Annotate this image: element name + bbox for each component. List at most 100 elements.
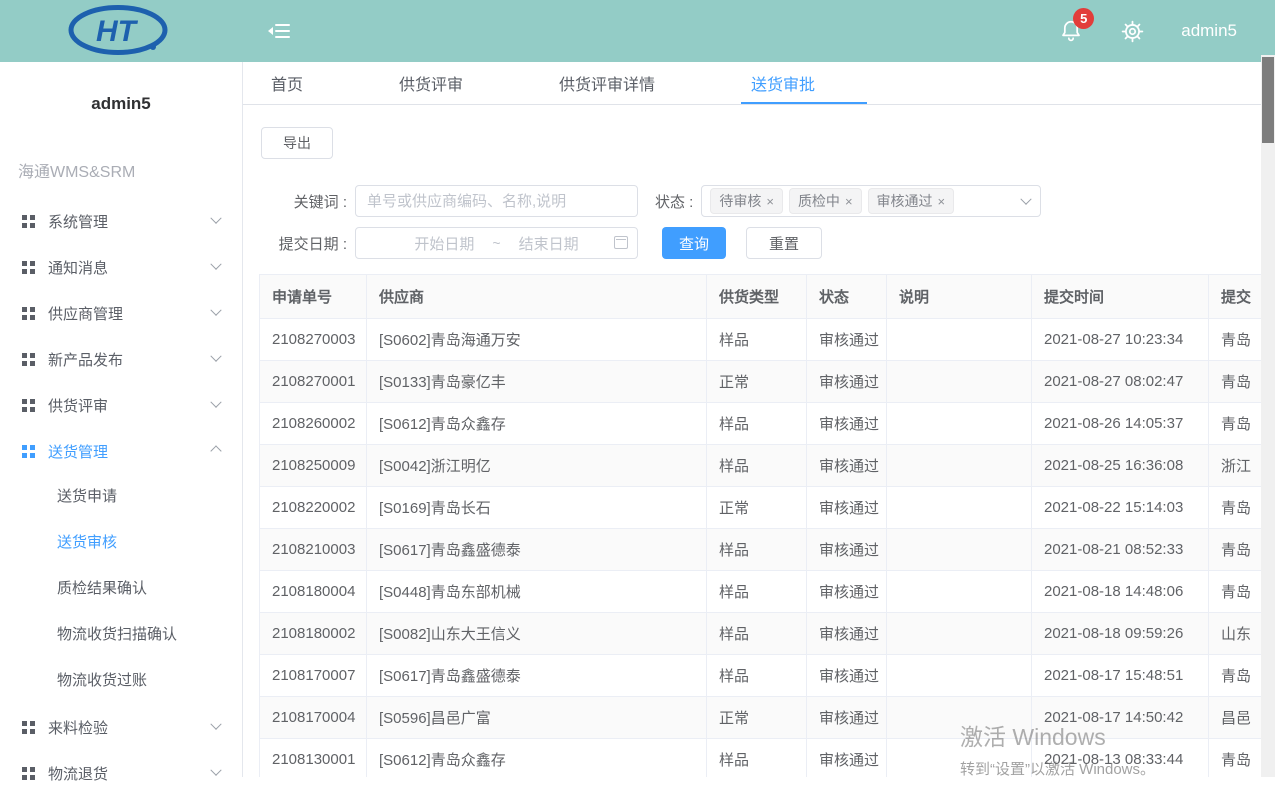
- chevron-down-icon: [210, 305, 221, 316]
- status-tag: 审核通过: [868, 188, 955, 214]
- sidebar-subitem[interactable]: 物流收货过账: [0, 658, 242, 704]
- table-row[interactable]: 2108270003[S0602]青岛海通万安样品审核通过2021-08-27 …: [260, 319, 1275, 361]
- table-cell: 审核通过: [807, 739, 887, 778]
- sidebar-item-label: 供货评审: [48, 395, 108, 416]
- export-button[interactable]: 导出: [261, 127, 333, 159]
- table-cell: [S0612]青岛众鑫存: [367, 739, 707, 778]
- sidebar-item[interactable]: 来料检验: [0, 704, 242, 750]
- tab-supply-review[interactable]: 供货评审: [399, 62, 463, 104]
- settings-gear-icon[interactable]: [1120, 19, 1145, 44]
- tag-close-icon[interactable]: [766, 194, 774, 209]
- table-cell: 2108220002: [260, 487, 367, 529]
- table-cell: 2108180004: [260, 571, 367, 613]
- table-cell: [S0448]青岛东部机械: [367, 571, 707, 613]
- table-cell: 2021-08-26 14:05:37: [1032, 403, 1209, 445]
- sidebar-subitem[interactable]: 质检结果确认: [0, 566, 242, 612]
- toolbar: 导出: [261, 127, 1275, 159]
- logo-text: HT: [96, 15, 139, 48]
- chevron-up-icon: [210, 445, 221, 456]
- table-cell: 样品: [707, 613, 807, 655]
- table-cell: 样品: [707, 529, 807, 571]
- table-cell: [887, 445, 1032, 487]
- sidebar-item[interactable]: 新产品发布: [0, 336, 242, 382]
- status-label: 状态 :: [655, 191, 693, 212]
- table-cell: 审核通过: [807, 529, 887, 571]
- table-cell: [887, 361, 1032, 403]
- tab-home[interactable]: 首页: [271, 62, 303, 104]
- status-tag: 质检中: [789, 188, 862, 214]
- tab-delivery-approval[interactable]: 送货审批: [751, 62, 815, 104]
- notification-bell-icon[interactable]: 5: [1058, 18, 1084, 44]
- sidebar-item[interactable]: 供货评审: [0, 382, 242, 428]
- tab-supply-review-detail[interactable]: 供货评审详情: [559, 62, 655, 104]
- sidebar-item-label: 送货管理: [48, 441, 108, 462]
- chevron-down-icon: [210, 397, 221, 408]
- status-tag-label: 质检中: [798, 191, 840, 211]
- table-cell: 样品: [707, 403, 807, 445]
- table-row[interactable]: 2108210003[S0617]青岛鑫盛德泰样品审核通过2021-08-21 …: [260, 529, 1275, 571]
- sidebar-item[interactable]: 物流退货: [0, 750, 242, 796]
- date-range-input[interactable]: 开始日期 ~ 结束日期: [355, 227, 638, 259]
- menu-fold-icon[interactable]: [268, 23, 290, 39]
- grid-icon: [22, 261, 35, 274]
- table-row[interactable]: 2108130001[S0612]青岛众鑫存样品审核通过2021-08-13 0…: [260, 739, 1275, 778]
- table-cell: [887, 697, 1032, 739]
- reset-button[interactable]: 重置: [746, 227, 822, 259]
- submit-date-label: 提交日期 :: [261, 233, 347, 254]
- table-cell: 2021-08-17 14:50:42: [1032, 697, 1209, 739]
- sidebar-subitem[interactable]: 送货审核: [0, 520, 242, 566]
- table-column-header: 供应商: [367, 275, 707, 319]
- table-cell: [S0133]青岛豪亿丰: [367, 361, 707, 403]
- table-cell: 样品: [707, 571, 807, 613]
- sidebar-item[interactable]: 供应商管理: [0, 290, 242, 336]
- keyword-input[interactable]: [355, 185, 638, 217]
- chevron-down-icon: [1021, 194, 1032, 205]
- keyword-label: 关键词 :: [261, 191, 347, 212]
- delivery-approval-table: 申请单号供应商供货类型状态说明提交时间提交 2108270003[S0602]青…: [259, 274, 1275, 777]
- table-cell: [S0617]青岛鑫盛德泰: [367, 529, 707, 571]
- sidebar-item[interactable]: 系统管理: [0, 198, 242, 244]
- table-row[interactable]: 2108250009[S0042]浙江明亿样品审核通过2021-08-25 16…: [260, 445, 1275, 487]
- table-column-header: 状态: [807, 275, 887, 319]
- table-row[interactable]: 2108170007[S0617]青岛鑫盛德泰样品审核通过2021-08-17 …: [260, 655, 1275, 697]
- table-cell: 2021-08-13 08:33:44: [1032, 739, 1209, 778]
- sidebar-item-label: 来料检验: [48, 717, 108, 738]
- table-cell: 样品: [707, 739, 807, 778]
- scrollbar-thumb[interactable]: [1262, 57, 1274, 143]
- table-row[interactable]: 2108260002[S0612]青岛众鑫存样品审核通过2021-08-26 1…: [260, 403, 1275, 445]
- sidebar-item[interactable]: 通知消息: [0, 244, 242, 290]
- table-cell: [887, 613, 1032, 655]
- system-title: 海通WMS&SRM: [18, 158, 242, 182]
- table-row[interactable]: 2108270001[S0133]青岛豪亿丰正常审核通过2021-08-27 0…: [260, 361, 1275, 403]
- table-cell: 2021-08-21 08:52:33: [1032, 529, 1209, 571]
- status-multiselect[interactable]: 待审核 质检中 审核通过: [701, 185, 1041, 217]
- table-cell: 审核通过: [807, 319, 887, 361]
- grid-icon: [22, 721, 35, 734]
- header-username[interactable]: admin5: [1181, 21, 1237, 41]
- table-cell: 2108180002: [260, 613, 367, 655]
- search-button[interactable]: 查询: [662, 227, 726, 259]
- table-cell: 正常: [707, 697, 807, 739]
- table-cell: 2108270003: [260, 319, 367, 361]
- table-row[interactable]: 2108170004[S0596]昌邑广富正常审核通过2021-08-17 14…: [260, 697, 1275, 739]
- table-cell: 2108270001: [260, 361, 367, 403]
- table-column-header: 提交时间: [1032, 275, 1209, 319]
- sidebar: admin5 海通WMS&SRM 系统管理通知消息供应商管理新产品发布供货评审送…: [0, 62, 243, 777]
- sidebar-subitem[interactable]: 送货申请: [0, 474, 242, 520]
- status-tag: 待审核: [710, 188, 783, 214]
- table-cell: 2021-08-25 16:36:08: [1032, 445, 1209, 487]
- table-cell: 审核通过: [807, 445, 887, 487]
- table-cell: 审核通过: [807, 571, 887, 613]
- table-row[interactable]: 2108180002[S0082]山东大王信义样品审核通过2021-08-18 …: [260, 613, 1275, 655]
- tag-close-icon[interactable]: [938, 194, 946, 209]
- table-cell: [887, 529, 1032, 571]
- table-cell: 样品: [707, 655, 807, 697]
- grid-icon: [22, 445, 35, 458]
- tag-close-icon[interactable]: [845, 194, 853, 209]
- table-row[interactable]: 2108220002[S0169]青岛长石正常审核通过2021-08-22 15…: [260, 487, 1275, 529]
- vertical-scrollbar[interactable]: [1261, 55, 1275, 777]
- sidebar-subitem[interactable]: 物流收货扫描确认: [0, 612, 242, 658]
- table-row[interactable]: 2108180004[S0448]青岛东部机械样品审核通过2021-08-18 …: [260, 571, 1275, 613]
- grid-icon: [22, 215, 35, 228]
- sidebar-item[interactable]: 送货管理: [0, 428, 242, 474]
